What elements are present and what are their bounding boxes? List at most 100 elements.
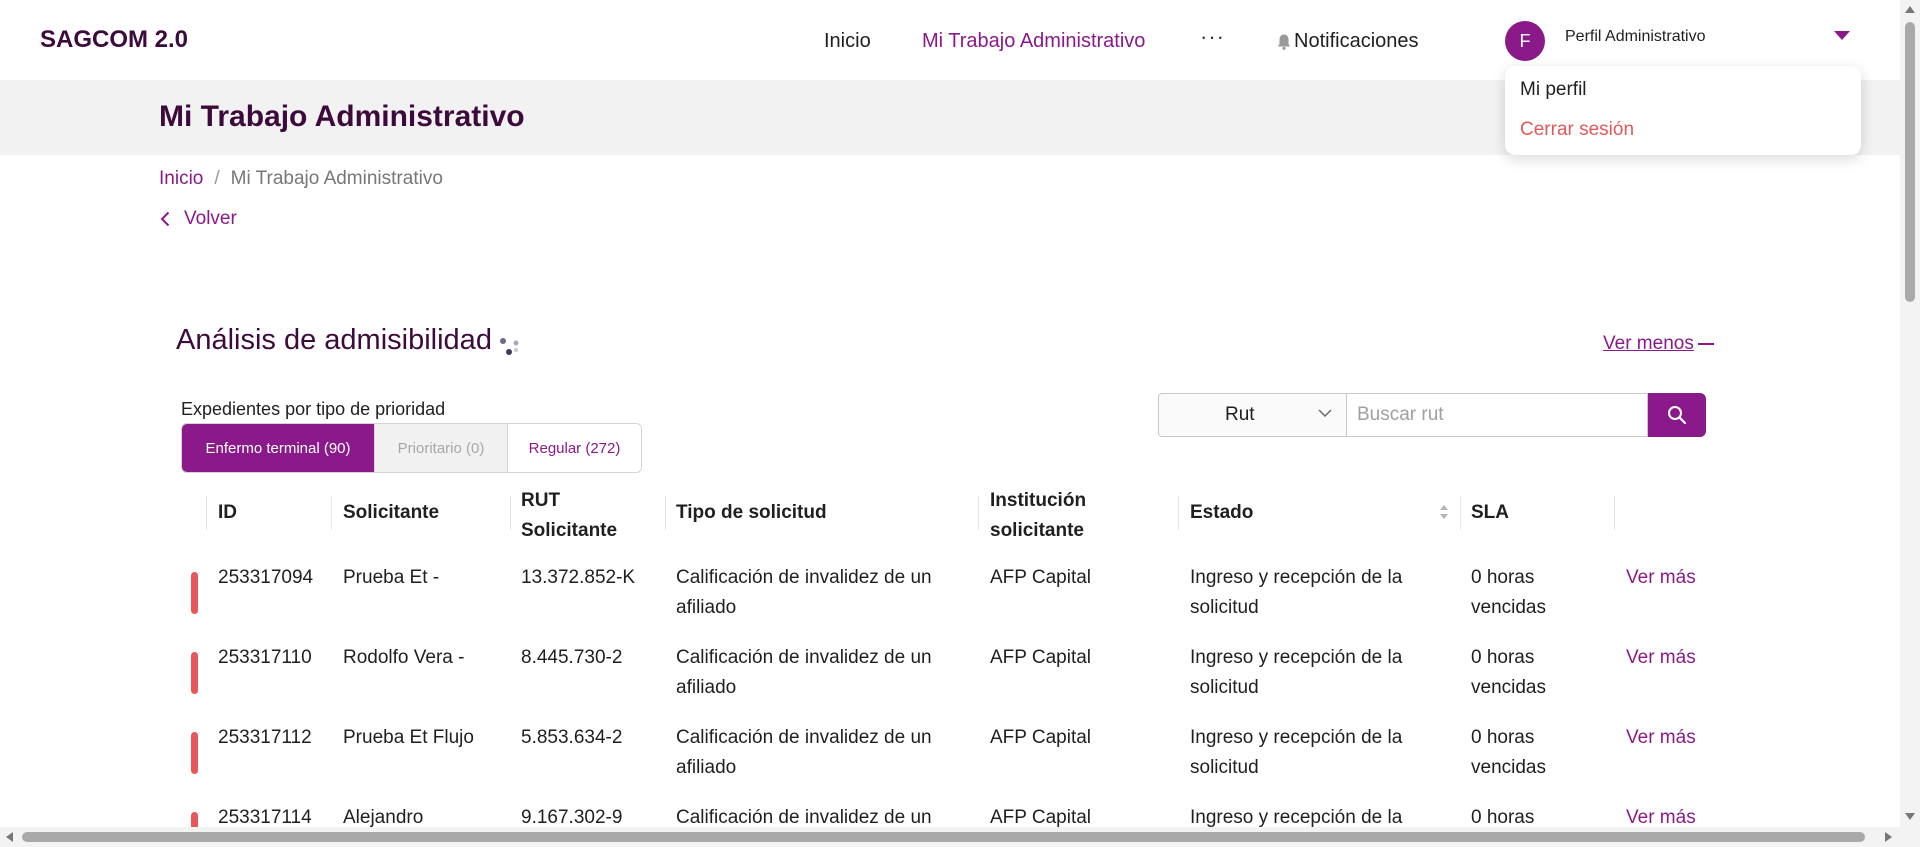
tab-enfermo-terminal[interactable]: Enfermo terminal (90) bbox=[182, 424, 375, 472]
table-row: 253317094 Prueba Et - 13.372.852-K Calif… bbox=[0, 563, 1900, 643]
cell-institucion: AFP Capital bbox=[990, 807, 1092, 827]
vertical-scrollbar[interactable] bbox=[1900, 0, 1920, 847]
menu-item-my-profile[interactable]: Mi perfil bbox=[1520, 79, 1587, 101]
tab-prioritario[interactable]: Prioritario (0) bbox=[375, 424, 508, 472]
see-more-link[interactable]: Ver más bbox=[1626, 643, 1696, 673]
scroll-right-icon[interactable] bbox=[1885, 832, 1892, 842]
column-header-sla: SLA bbox=[1471, 502, 1509, 523]
priority-indicator bbox=[191, 652, 198, 694]
cell-tipo: Calificación de invalidez de un afiliado bbox=[676, 723, 932, 783]
search-type-select[interactable]: Rut bbox=[1158, 393, 1347, 437]
cell-estado-line1: Ingreso y recepción de la bbox=[1190, 647, 1403, 668]
menu-item-logout[interactable]: Cerrar sesión bbox=[1520, 119, 1634, 141]
cell-solicitante: Alejandro bbox=[343, 807, 424, 827]
see-more-link[interactable]: Ver más bbox=[1626, 563, 1696, 593]
cell-estado: Ingreso y recepción de la solicitud bbox=[1190, 643, 1402, 703]
page-title: Mi Trabajo Administrativo bbox=[159, 100, 525, 133]
back-link[interactable]: Volver bbox=[160, 208, 237, 230]
cell-tipo-line2: afiliado bbox=[676, 677, 737, 698]
column-divider bbox=[1460, 496, 1461, 530]
cell-estado: Ingreso y recepción de la bbox=[1190, 807, 1403, 827]
cell-id: 253317114 bbox=[218, 807, 312, 827]
breadcrumb-home-link[interactable]: Inicio bbox=[159, 168, 203, 189]
cell-id: 253317094 bbox=[218, 567, 314, 588]
cell-sla: 0 horas vencidas bbox=[1471, 563, 1546, 623]
priority-filter-caption: Expedientes por tipo de prioridad bbox=[181, 399, 446, 419]
cell-tipo: Calificación de invalidez de un bbox=[676, 807, 932, 827]
bell-icon[interactable] bbox=[1277, 34, 1291, 50]
cell-sla-line1: 0 horas bbox=[1471, 567, 1535, 588]
profile-name[interactable]: Perfil Administrativo bbox=[1565, 28, 1706, 46]
nav-more-button[interactable]: ··· bbox=[1200, 24, 1225, 50]
cell-estado: Ingreso y recepción de la solicitud bbox=[1190, 723, 1402, 783]
minus-icon bbox=[1697, 343, 1714, 345]
cell-estado-line2: solicitud bbox=[1190, 597, 1259, 618]
column-header-institucion: Institución solicitante bbox=[990, 486, 1086, 546]
column-divider bbox=[206, 496, 207, 530]
cell-estado: Ingreso y recepción de la solicitud bbox=[1190, 563, 1402, 623]
table-row: 253317114 Alejandro 9.167.302-9 Califica… bbox=[0, 803, 1900, 827]
cell-solicitante: Prueba Et Flujo bbox=[343, 727, 474, 748]
column-header-rut-line2: Solicitante bbox=[521, 520, 618, 541]
cell-tipo-line2: afiliado bbox=[676, 597, 737, 618]
see-less-link[interactable]: Ver menos bbox=[1603, 333, 1714, 355]
horizontal-scroll-thumb[interactable] bbox=[22, 832, 1865, 842]
scroll-up-icon[interactable] bbox=[1905, 6, 1915, 13]
cell-tipo: Calificación de invalidez de un afiliado bbox=[676, 643, 932, 703]
column-divider bbox=[1614, 496, 1615, 530]
column-header-rut-line1: RUT bbox=[521, 490, 561, 511]
cell-institucion: AFP Capital bbox=[990, 727, 1092, 748]
cell-rut: 13.372.852-K bbox=[521, 567, 636, 588]
sort-icon[interactable] bbox=[1439, 504, 1449, 520]
search-type-value: Rut bbox=[1225, 404, 1255, 425]
cell-rut: 9.167.302-9 bbox=[521, 807, 623, 827]
cell-tipo-line1: Calificación de invalidez de un bbox=[676, 727, 932, 748]
avatar[interactable]: F bbox=[1505, 21, 1545, 61]
cell-sla-line1: 0 horas bbox=[1471, 727, 1535, 748]
column-header-rut: RUT Solicitante bbox=[521, 486, 617, 546]
vertical-scroll-thumb[interactable] bbox=[1905, 22, 1915, 302]
see-more-link[interactable]: Ver más bbox=[1626, 803, 1696, 827]
table-row: 253317110 Rodolfo Vera - 8.445.730-2 Cal… bbox=[0, 643, 1900, 723]
cell-estado-line1: Ingreso y recepción de la bbox=[1190, 567, 1403, 588]
column-header-id: ID bbox=[218, 502, 237, 523]
see-less-label: Ver menos bbox=[1603, 333, 1694, 354]
cell-institucion: AFP Capital bbox=[990, 567, 1092, 588]
cell-id: 253317112 bbox=[218, 727, 312, 748]
cell-estado-line1: Ingreso y recepción de la bbox=[1190, 727, 1403, 748]
breadcrumb-separator: / bbox=[214, 168, 220, 189]
priority-indicator bbox=[191, 572, 198, 614]
tab-regular[interactable]: Regular (272) bbox=[508, 424, 641, 472]
cell-sla-line1: 0 horas bbox=[1471, 647, 1535, 668]
back-label: Volver bbox=[184, 208, 237, 229]
cell-solicitante: Rodolfo Vera - bbox=[343, 647, 465, 668]
profile-dropdown-menu: Mi perfil Cerrar sesión bbox=[1505, 66, 1861, 155]
search-input[interactable] bbox=[1347, 393, 1648, 437]
cell-tipo-line1: Calificación de invalidez de un bbox=[676, 647, 932, 668]
scroll-left-icon[interactable] bbox=[6, 832, 13, 842]
nav-link-mi-trabajo[interactable]: Mi Trabajo Administrativo bbox=[922, 30, 1145, 53]
chevron-left-icon bbox=[160, 211, 170, 227]
column-header-estado[interactable]: Estado bbox=[1190, 498, 1253, 528]
column-divider bbox=[1178, 496, 1179, 530]
chevron-down-icon[interactable] bbox=[1834, 31, 1850, 40]
cell-id: 253317110 bbox=[218, 647, 312, 668]
column-header-institucion-line2: solicitante bbox=[990, 520, 1084, 541]
see-more-link[interactable]: Ver más bbox=[1626, 723, 1696, 753]
cell-tipo-line1: Calificación de invalidez de un bbox=[676, 567, 932, 588]
cell-institucion: AFP Capital bbox=[990, 647, 1092, 668]
horizontal-scrollbar[interactable] bbox=[0, 827, 1900, 847]
search-button[interactable] bbox=[1648, 393, 1706, 437]
scroll-down-icon[interactable] bbox=[1905, 813, 1915, 820]
cell-sla: 0 horas vencidas bbox=[1471, 643, 1546, 703]
column-divider bbox=[331, 496, 332, 530]
breadcrumb: Inicio / Mi Trabajo Administrativo bbox=[159, 168, 443, 190]
cell-sla: 0 horas vencidas bbox=[1471, 723, 1546, 783]
cell-rut: 8.445.730-2 bbox=[521, 647, 623, 668]
column-divider bbox=[665, 496, 666, 530]
cell-tipo: Calificación de invalidez de un afiliado bbox=[676, 563, 932, 623]
nav-link-inicio[interactable]: Inicio bbox=[824, 30, 871, 53]
brand-logo[interactable]: SAGCOM 2.0 bbox=[40, 26, 188, 54]
cell-sla-line2: vencidas bbox=[1471, 597, 1546, 618]
notifications-link[interactable]: Notificaciones bbox=[1294, 30, 1419, 53]
